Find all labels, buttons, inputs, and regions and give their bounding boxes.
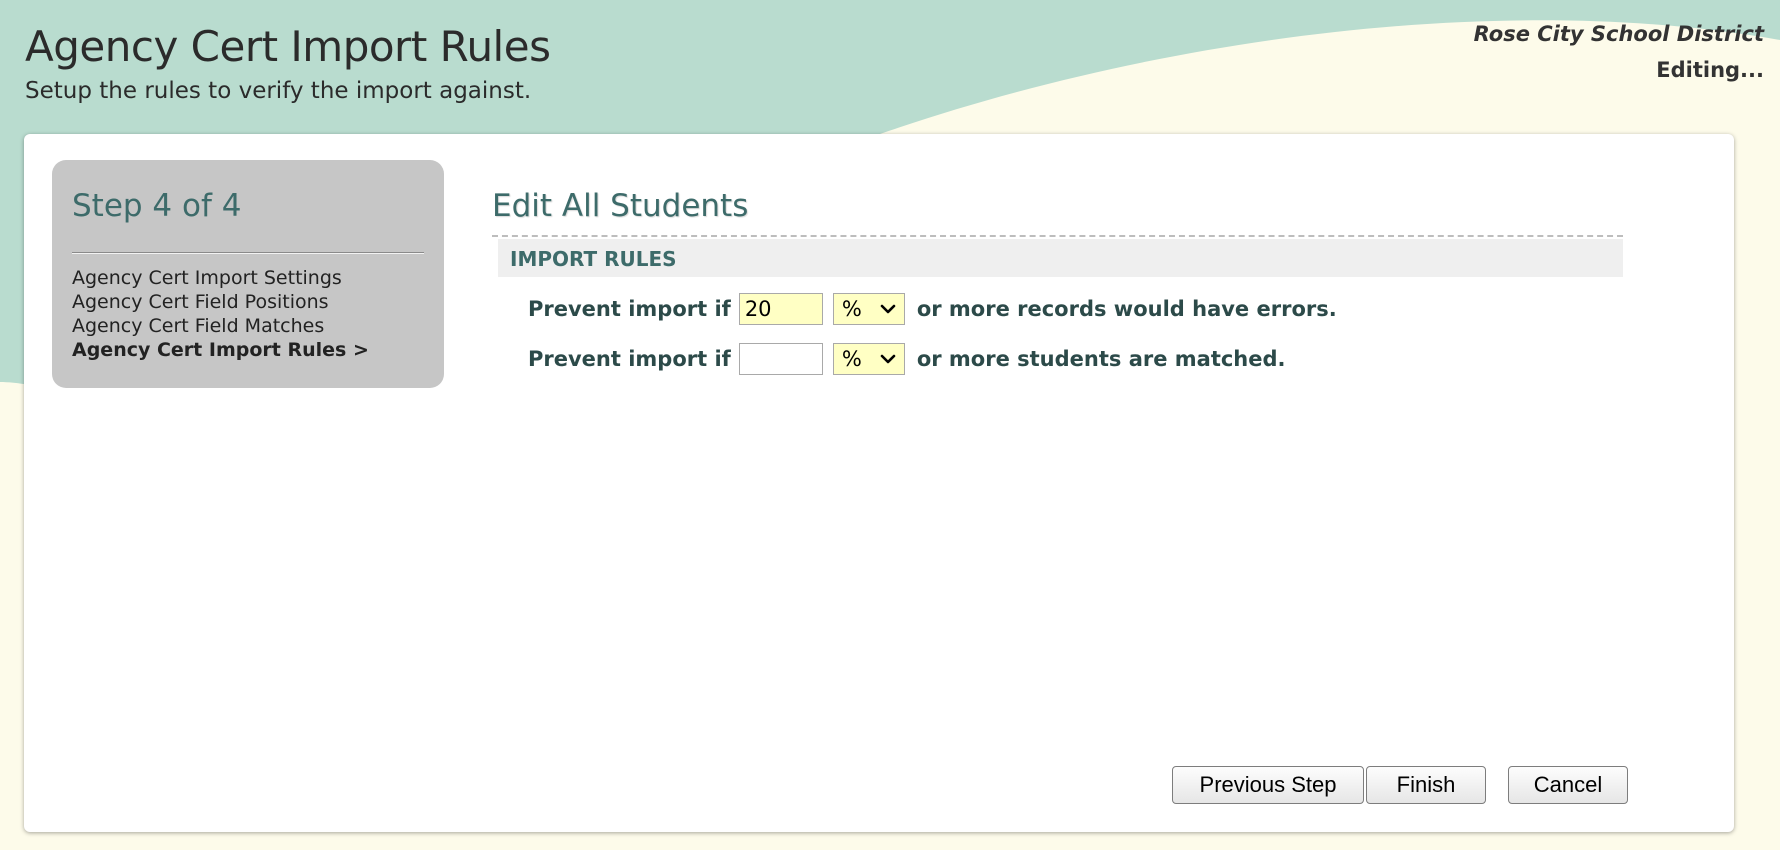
district-name: Rose City School District bbox=[1473, 22, 1764, 46]
match-threshold-input[interactable] bbox=[738, 343, 823, 375]
rule-suffix: or more records would have errors. bbox=[916, 297, 1337, 321]
unit-select-value: % bbox=[841, 347, 862, 371]
chevron-down-icon bbox=[880, 354, 896, 364]
cancel-button[interactable]: Cancel bbox=[1508, 766, 1628, 804]
previous-step-button[interactable]: Previous Step bbox=[1172, 766, 1364, 804]
steps-divider bbox=[72, 252, 424, 254]
rule-suffix: or more students are matched. bbox=[916, 347, 1286, 371]
unit-select-value: % bbox=[841, 297, 862, 321]
rule-label: Prevent import if bbox=[528, 347, 731, 371]
step-item-import-settings[interactable]: Agency Cert Import Settings bbox=[72, 266, 369, 290]
rule-row-matches: Prevent import if % or more students are… bbox=[528, 342, 1286, 376]
page-subtitle: Setup the rules to verify the import aga… bbox=[25, 78, 532, 104]
error-threshold-unit-select[interactable]: % bbox=[832, 293, 905, 325]
step-item-import-rules: Agency Cert Import Rules > bbox=[72, 339, 369, 361]
error-threshold-input[interactable] bbox=[738, 293, 823, 325]
main-panel: Step 4 of 4 Agency Cert Import Settings … bbox=[24, 134, 1734, 832]
rule-row-errors: Prevent import if % or more records woul… bbox=[528, 292, 1337, 326]
rule-label: Prevent import if bbox=[528, 297, 731, 321]
editing-status: Editing... bbox=[1656, 58, 1764, 82]
step-counter: Step 4 of 4 bbox=[72, 188, 242, 224]
page-title: Agency Cert Import Rules bbox=[25, 22, 551, 71]
finish-button[interactable]: Finish bbox=[1366, 766, 1486, 804]
import-rules-section-header: IMPORT RULES bbox=[498, 239, 1623, 277]
match-threshold-unit-select[interactable]: % bbox=[832, 343, 905, 375]
section-header-label: IMPORT RULES bbox=[510, 247, 677, 271]
content-title: Edit All Students bbox=[492, 188, 749, 224]
chevron-down-icon bbox=[880, 304, 896, 314]
title-dashed-divider bbox=[492, 235, 1623, 237]
step-item-field-matches[interactable]: Agency Cert Field Matches bbox=[72, 314, 369, 338]
wizard-steps-box: Step 4 of 4 Agency Cert Import Settings … bbox=[52, 160, 444, 388]
wizard-step-list: Agency Cert Import Settings Agency Cert … bbox=[72, 266, 369, 362]
step-item-field-positions[interactable]: Agency Cert Field Positions bbox=[72, 290, 369, 314]
